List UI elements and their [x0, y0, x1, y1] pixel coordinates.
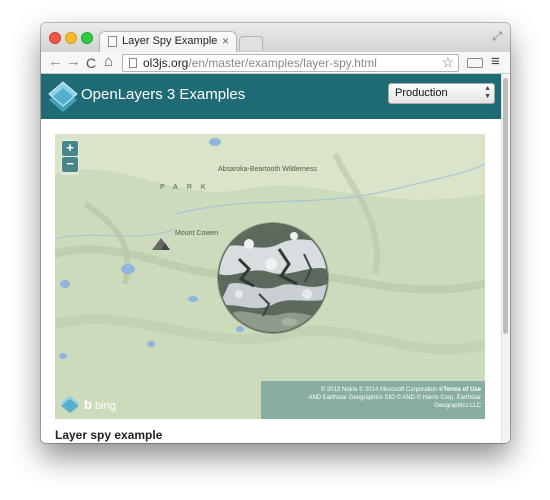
url-path: /en/master/examples/layer-spy.html — [188, 56, 377, 70]
forward-arrow-icon[interactable]: → — [66, 53, 81, 71]
build-mode-value: Production — [395, 87, 448, 99]
aerial-imagery — [219, 224, 327, 332]
openlayers-small-logo-icon[interactable] — [60, 395, 80, 413]
zoom-control: + − — [61, 140, 79, 175]
page-icon — [108, 36, 117, 47]
terms-of-use-link[interactable]: ©Terms of Use — [439, 387, 481, 393]
extension-icon[interactable] — [467, 58, 483, 68]
layer-spy-lens[interactable] — [218, 223, 328, 333]
page-icon — [129, 58, 137, 68]
close-window-button[interactable] — [49, 32, 61, 44]
map-label-mount-cowen: Mount Cowen — [175, 230, 219, 237]
home-icon[interactable]: ⌂ — [104, 53, 113, 71]
title-bar: Layer Spy Example × ⤢ — [41, 23, 510, 52]
attribution-copyright: © 2013 Nokia © 2014 Microsoft Corporatio… — [320, 387, 438, 393]
maximize-window-button[interactable] — [81, 32, 93, 44]
reload-icon[interactable]: C — [86, 54, 96, 72]
zoom-out-button[interactable]: − — [62, 157, 78, 172]
address-bar[interactable]: ol3js.org/en/master/examples/layer-spy.h… — [122, 54, 459, 72]
bing-logo: b bing — [84, 397, 116, 412]
menu-icon[interactable]: ≡ — [491, 53, 500, 71]
page-scrollbar[interactable] — [501, 74, 510, 443]
mountain-peak-icon — [152, 238, 170, 250]
map-label-park: PARK — [160, 184, 215, 191]
attribution-line-2: AND Earthstar Geographics SIO © AND © Ha… — [308, 395, 481, 401]
fullscreen-icon[interactable]: ⤢ — [492, 29, 502, 44]
back-arrow-icon[interactable]: ← — [48, 53, 63, 71]
attribution-line-1: © 2013 Nokia © 2014 Microsoft Corporatio… — [261, 386, 481, 394]
browser-toolbar: ← → C ⌂ ol3js.org/en/master/examples/lay… — [41, 52, 510, 74]
tab-close-icon[interactable]: × — [222, 34, 229, 48]
openlayers-logo-icon — [48, 81, 78, 112]
build-mode-select[interactable]: Production ▲ ▼ — [388, 83, 495, 104]
minimize-window-button[interactable] — [65, 32, 77, 44]
browser-tab[interactable]: Layer Spy Example × — [99, 31, 237, 52]
new-tab-button[interactable] — [239, 36, 263, 50]
zoom-in-button[interactable]: + — [62, 141, 78, 156]
bookmark-star-icon[interactable]: ☆ — [441, 54, 454, 71]
page-title[interactable]: OpenLayers 3 Examples — [81, 86, 245, 103]
attribution-line-3: Geographics LLC — [434, 403, 481, 409]
url-host: ol3js.org — [143, 56, 189, 70]
bing-b-icon: b — [84, 397, 92, 412]
map-viewport[interactable]: Absaroka-Beartooth Wilderness PARK Mount… — [55, 134, 485, 419]
example-title: Layer spy example — [55, 428, 163, 442]
select-arrows-icon: ▲ ▼ — [484, 85, 491, 100]
browser-window: Layer Spy Example × ⤢ ← → C ⌂ ol3js.org/… — [41, 23, 510, 443]
map-label-wilderness: Absaroka-Beartooth Wilderness — [218, 166, 317, 173]
page-header: OpenLayers 3 Examples Production ▲ ▼ — [41, 74, 501, 119]
bing-text: bing — [95, 400, 116, 412]
page-content: OpenLayers 3 Examples Production ▲ ▼ Abs… — [41, 74, 510, 443]
tab-title: Layer Spy Example — [122, 35, 218, 47]
scrollbar-thumb[interactable] — [503, 78, 508, 334]
url-text: ol3js.org/en/master/examples/layer-spy.h… — [143, 56, 377, 70]
map-attribution: © 2013 Nokia © 2014 Microsoft Corporatio… — [261, 381, 485, 419]
